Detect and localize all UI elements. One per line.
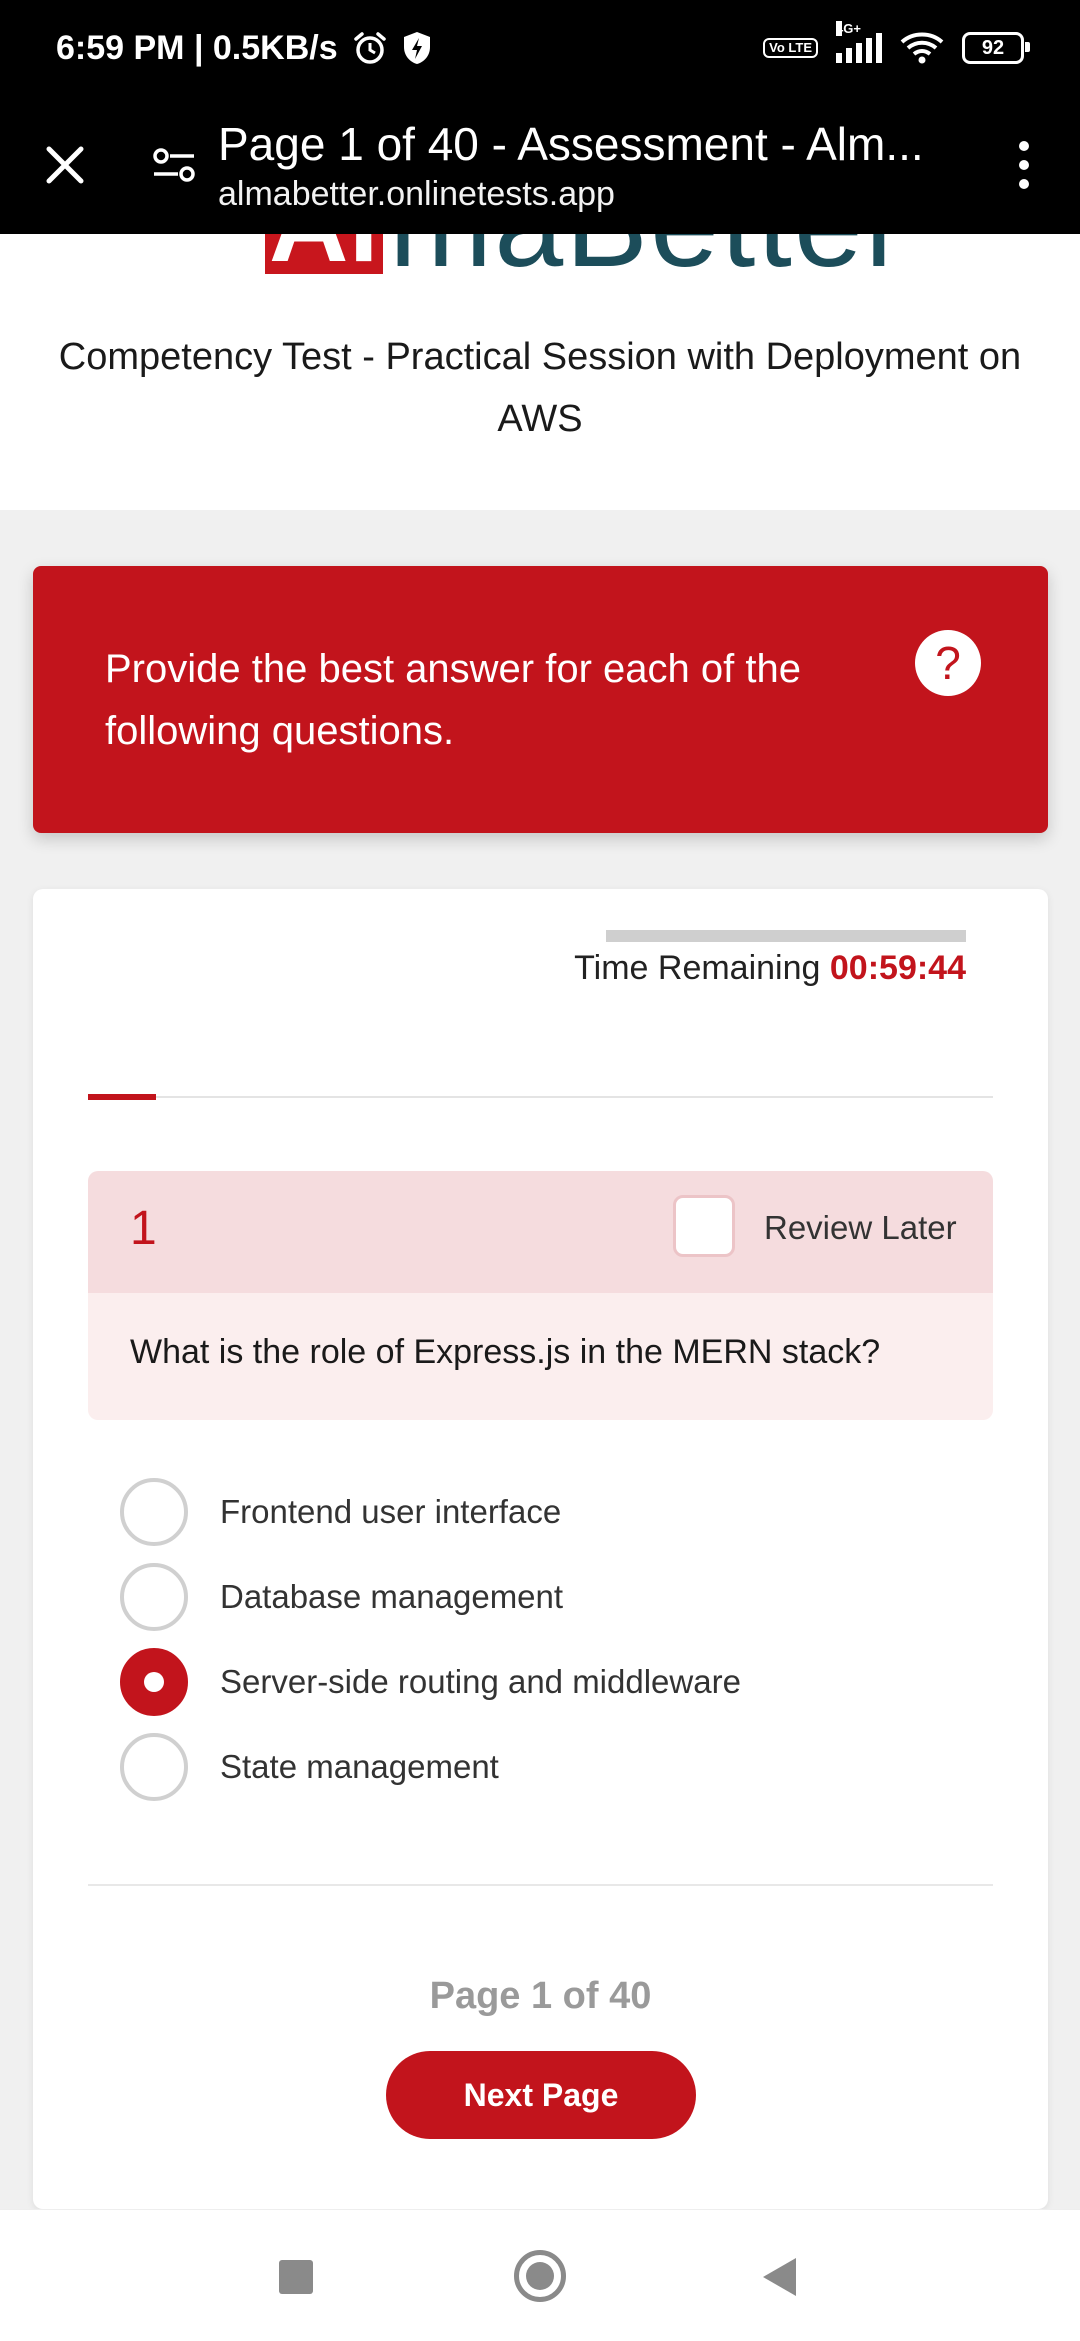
status-bar: 6:59 PM | 0.5KB/s Vo LTE 4G+ 92 xyxy=(0,0,1080,96)
answer-option[interactable]: State management xyxy=(120,1724,980,1809)
progress-fill xyxy=(88,1094,156,1100)
more-dot xyxy=(1019,141,1029,151)
review-later-label[interactable]: Review Later xyxy=(764,1209,957,1247)
divider xyxy=(88,1884,993,1886)
more-menu-button[interactable] xyxy=(1004,132,1044,198)
site-settings-button[interactable] xyxy=(144,135,204,195)
radio-button[interactable] xyxy=(120,1647,188,1716)
page-header: Al maBetter Competency Test - Practical … xyxy=(0,234,1080,510)
tune-icon xyxy=(153,148,195,182)
page-url: almabetter.onlinetests.app xyxy=(218,174,615,213)
instruction-banner: Provide the best answer for each of the … xyxy=(33,566,1048,833)
instruction-text: Provide the best answer for each of the … xyxy=(105,647,801,753)
help-icon[interactable]: ? xyxy=(915,630,981,696)
progress-track xyxy=(88,1094,993,1100)
question-header: 1 Review Later xyxy=(88,1171,993,1293)
battery-icon: 92 xyxy=(962,32,1030,64)
status-time: 6:59 PM | 0.5KB/s xyxy=(56,28,338,67)
logo-wordmark: maBetter xyxy=(383,234,908,286)
radio-button[interactable] xyxy=(120,1477,188,1546)
browser-toolbar: Page 1 of 40 - Assessment - Alm... almab… xyxy=(0,96,1080,234)
answer-option-label[interactable]: Frontend user interface xyxy=(220,1493,561,1531)
answer-option[interactable]: Frontend user interface xyxy=(120,1469,980,1554)
time-remaining-value: 00:59:44 xyxy=(829,949,966,987)
timer-bar xyxy=(606,930,966,942)
status-right: Vo LTE 4G+ 92 xyxy=(763,21,1030,65)
close-icon xyxy=(46,146,84,184)
question-text: What is the role of Express.js in the ME… xyxy=(130,1333,881,1371)
signal-icon: 4G+ xyxy=(836,21,882,63)
answer-option[interactable]: Database management xyxy=(120,1554,980,1639)
shield-bolt-icon xyxy=(403,32,430,64)
answer-option-label[interactable]: Server-side routing and middleware xyxy=(220,1663,741,1701)
address-area[interactable]: Page 1 of 40 - Assessment - Alm... almab… xyxy=(218,117,1004,214)
battery-level: 92 xyxy=(981,36,1005,59)
question-card: Time Remaining 00:59:44 1 Review Later W… xyxy=(33,889,1048,2209)
recent-apps-icon[interactable] xyxy=(279,2260,313,2294)
answer-option-label[interactable]: Database management xyxy=(220,1578,563,1616)
wifi-icon xyxy=(900,32,944,64)
alarm-icon xyxy=(353,32,386,64)
more-dot xyxy=(1019,179,1029,189)
test-title: Competency Test - Practical Session with… xyxy=(58,336,1022,440)
close-button[interactable] xyxy=(32,132,98,198)
network-type: 4G+ xyxy=(836,21,861,36)
question-body: What is the role of Express.js in the ME… xyxy=(88,1293,993,1420)
answer-option-label[interactable]: State management xyxy=(220,1748,499,1786)
question-number: 1 xyxy=(130,1202,157,1255)
back-icon[interactable] xyxy=(763,2258,796,2296)
page-indicator: Page 1 of 40 xyxy=(429,1975,652,2017)
page-title: Page 1 of 40 - Assessment - Alm... xyxy=(218,117,924,170)
almabetter-logo: Al maBetter xyxy=(265,234,908,286)
radio-button[interactable] xyxy=(120,1562,188,1631)
logo-mark: Al xyxy=(265,234,383,274)
review-later-checkbox[interactable] xyxy=(673,1195,735,1257)
time-remaining-label: Time Remaining xyxy=(574,949,821,987)
more-dot xyxy=(1019,160,1029,170)
radio-button[interactable] xyxy=(120,1732,188,1801)
next-page-button[interactable]: Next Page xyxy=(386,2051,696,2139)
answer-option[interactable]: Server-side routing and middleware xyxy=(120,1639,980,1724)
time-remaining: Time Remaining 00:59:44 xyxy=(574,949,966,988)
volte-icon: Vo LTE xyxy=(763,38,818,58)
status-left: 6:59 PM | 0.5KB/s xyxy=(56,29,432,68)
answer-options: Frontend user interface Database managem… xyxy=(120,1469,980,1809)
home-icon[interactable] xyxy=(514,2250,566,2302)
navigation-bar xyxy=(0,2209,1080,2341)
